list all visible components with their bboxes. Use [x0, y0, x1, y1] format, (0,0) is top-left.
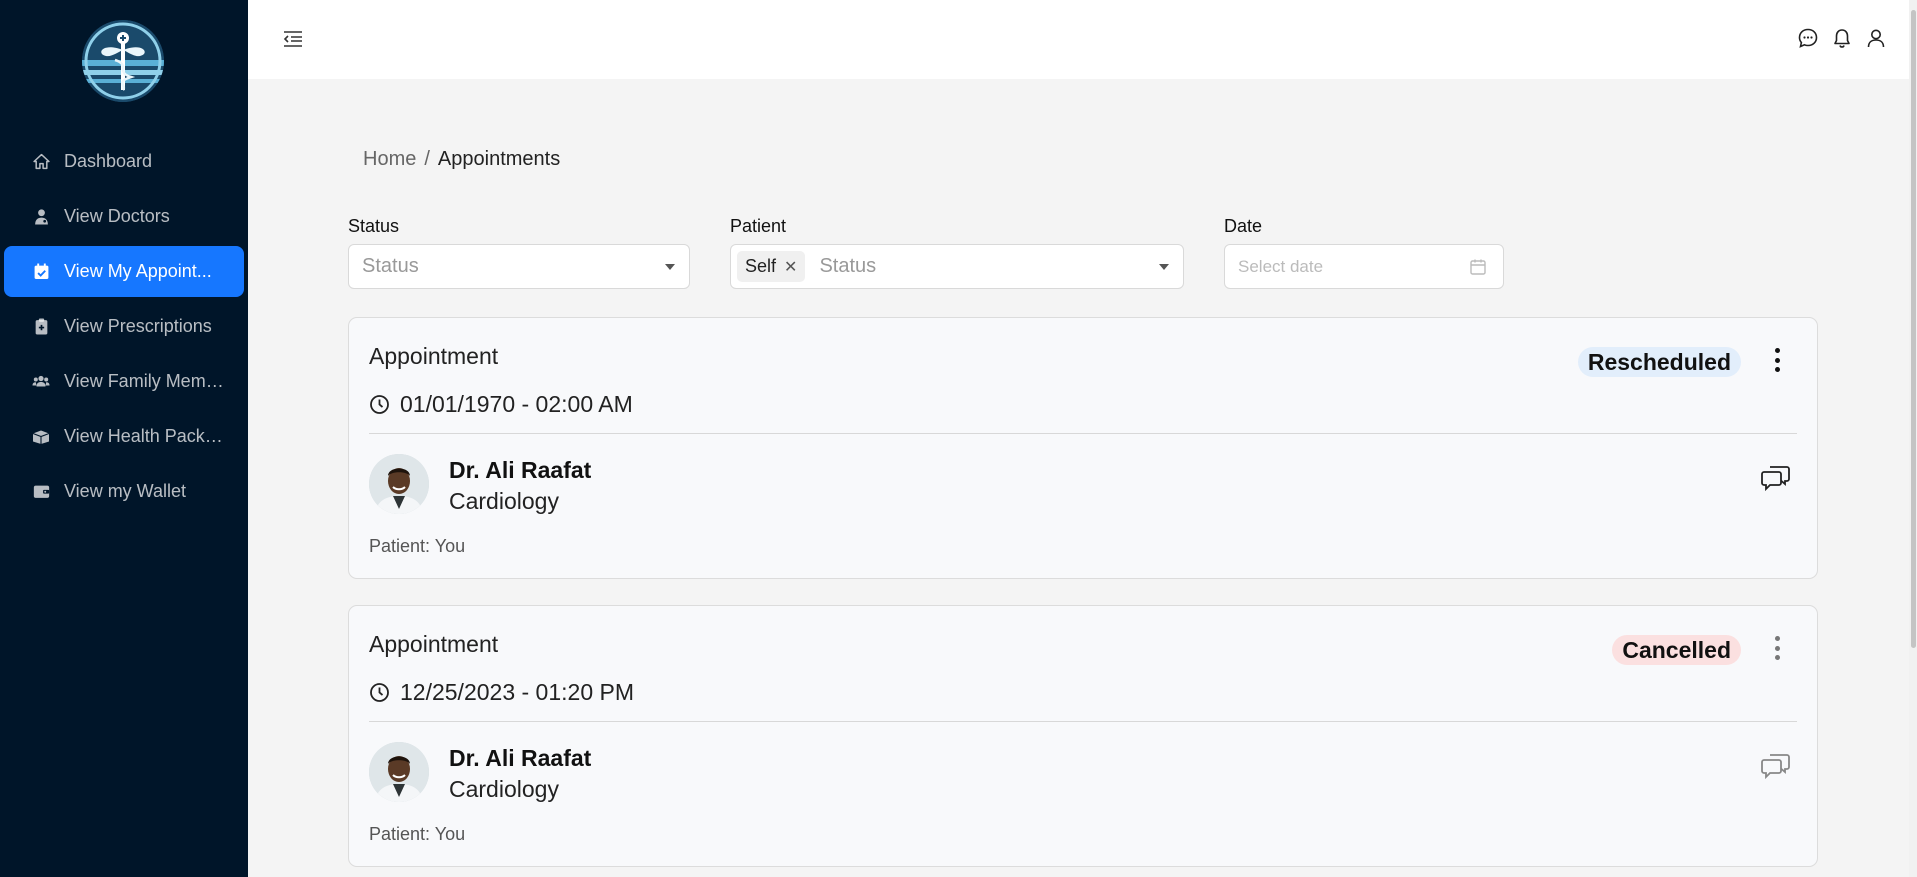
caduceus-logo	[82, 20, 164, 102]
status-select-placeholder: Status	[362, 255, 419, 277]
doctor-name: Dr. Ali Raafat	[449, 745, 592, 771]
clipboard-icon	[32, 318, 50, 336]
sidebar-item-view-health-packages[interactable]: View Health Packa...	[4, 411, 244, 462]
sidebar-item-view-doctors[interactable]: View Doctors	[4, 191, 244, 242]
user-icon[interactable]	[1865, 27, 1887, 49]
sidebar: Dashboard View Doctors View My Appoint..…	[0, 0, 248, 877]
breadcrumb-current: Appointments	[437, 148, 561, 170]
more-options-icon[interactable]	[1773, 636, 1781, 660]
sidebar-item-label: View Health Packa...	[64, 426, 226, 446]
doctor-name: Dr. Ali Raafat	[449, 457, 592, 483]
doctor-specialty: Cardiology	[449, 488, 559, 514]
breadcrumb-separator: /	[424, 148, 430, 170]
date-picker-placeholder: Select date	[1238, 256, 1324, 276]
box-icon	[32, 428, 50, 446]
appointment-card: Appointment Rescheduled 01/01/1970 - 02:…	[348, 317, 1818, 579]
patient-tag: Self ✕	[737, 251, 806, 282]
patient-filter-label: Patient	[730, 216, 787, 236]
header-actions	[1797, 27, 1887, 49]
wallet-icon	[32, 483, 50, 501]
doctor-avatar	[369, 454, 429, 514]
sidebar-menu: Dashboard View Doctors View My Appoint..…	[0, 136, 248, 521]
sidebar-item-view-prescriptions[interactable]: View Prescriptions	[4, 301, 244, 352]
patient-filter: Patient Self ✕ Status	[730, 216, 1184, 289]
message-doctor-icon[interactable]	[1761, 752, 1791, 780]
status-badge: Cancelled	[1612, 635, 1741, 665]
calendar-check-icon	[32, 263, 50, 281]
clock-icon	[369, 394, 390, 415]
bell-icon[interactable]	[1831, 27, 1853, 49]
page-scrollbar[interactable]	[1909, 0, 1917, 877]
status-filter-label: Status	[348, 216, 400, 236]
appointment-title: Appointment	[369, 343, 499, 369]
date-picker-input[interactable]: Select date	[1224, 244, 1504, 289]
appointment-datetime-text: 12/25/2023 - 01:20 PM	[400, 679, 634, 705]
message-doctor-icon[interactable]	[1761, 464, 1791, 492]
card-divider	[369, 433, 1797, 434]
sidebar-item-view-my-wallet[interactable]: View my Wallet	[4, 466, 244, 517]
patient-select[interactable]: Self ✕ Status	[730, 244, 1184, 289]
chat-icon[interactable]	[1797, 27, 1819, 49]
sidebar-item-view-my-appointments[interactable]: View My Appoint...	[4, 246, 244, 297]
status-filter: Status Status	[348, 216, 690, 289]
caret-down-icon	[1159, 264, 1169, 270]
sidebar-item-dashboard[interactable]: Dashboard	[4, 136, 244, 187]
patient-label: Patient: You	[369, 536, 466, 556]
sidebar-item-label: Dashboard	[64, 151, 153, 171]
home-icon	[32, 153, 50, 171]
breadcrumb-home-link[interactable]: Home	[363, 148, 416, 171]
card-divider	[369, 721, 1797, 722]
scrollbar-thumb[interactable]	[1911, 10, 1916, 648]
doctor-icon	[32, 208, 50, 226]
top-header	[248, 0, 1917, 79]
sidebar-item-view-family-members[interactable]: View Family Memb...	[4, 356, 244, 407]
users-icon	[32, 373, 50, 391]
doctor-specialty: Cardiology	[449, 776, 559, 802]
breadcrumb: Home / Appointments	[363, 148, 560, 171]
sidebar-item-label: View my Wallet	[64, 481, 187, 501]
appointment-title: Appointment	[369, 631, 499, 657]
close-icon[interactable]: ✕	[784, 257, 797, 277]
calendar-icon	[1469, 258, 1487, 276]
patient-tag-label: Self	[745, 256, 777, 276]
appointment-datetime: 01/01/1970 - 02:00 AM	[369, 391, 633, 418]
status-select[interactable]: Status	[348, 244, 690, 289]
sidebar-item-label: View Family Memb...	[64, 371, 226, 391]
caret-down-icon	[665, 264, 675, 270]
sidebar-item-label: View Prescriptions	[64, 316, 212, 336]
date-filter: Date Select date	[1224, 216, 1504, 289]
date-filter-label: Date	[1224, 216, 1263, 236]
patient-label: Patient: You	[369, 824, 466, 844]
sidebar-item-label: View Doctors	[64, 206, 170, 226]
status-badge: Rescheduled	[1577, 347, 1741, 377]
appointment-card: Appointment Cancelled 12/25/2023 - 01:20…	[348, 605, 1818, 867]
doctor-avatar	[369, 742, 429, 802]
patient-select-placeholder: Status	[819, 255, 877, 277]
appointment-datetime-text: 01/01/1970 - 02:00 AM	[400, 391, 633, 417]
appointment-datetime: 12/25/2023 - 01:20 PM	[369, 679, 634, 706]
menu-collapse-icon[interactable]	[282, 28, 304, 50]
sidebar-item-label: View My Appoint...	[64, 261, 212, 281]
clock-icon	[369, 682, 390, 703]
more-options-icon[interactable]	[1773, 348, 1781, 372]
